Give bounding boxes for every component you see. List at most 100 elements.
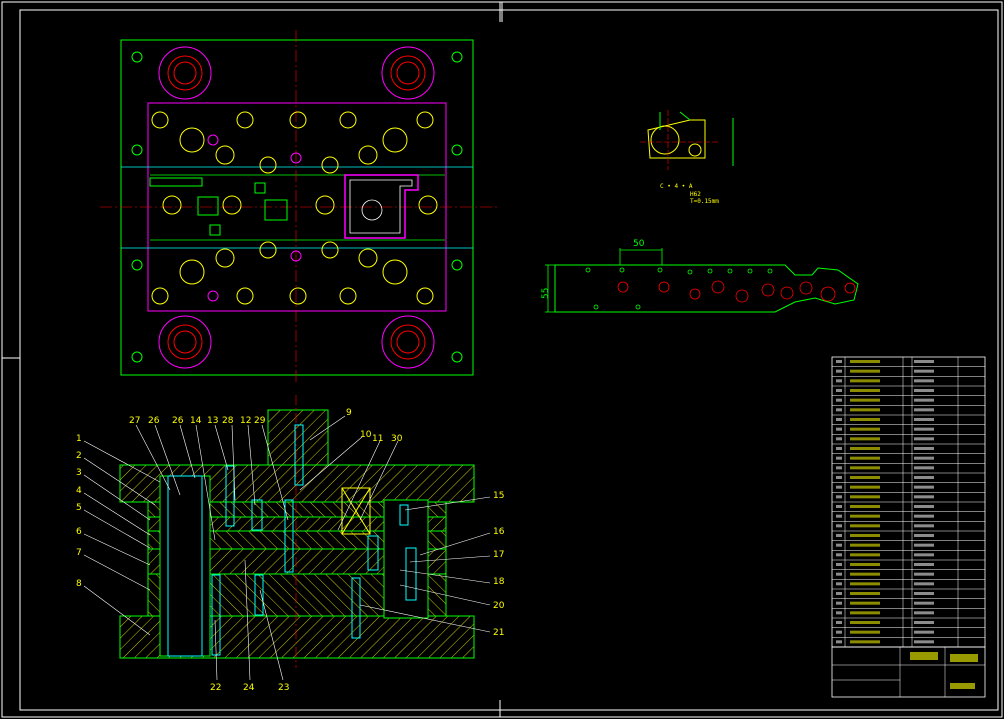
label-8: 8 [76,579,82,589]
bom-cell-mark [836,640,842,644]
bom-cell-mark [836,427,842,431]
label-15: 15 [493,491,504,501]
labels-bottom: 22 24 23 [210,683,289,693]
bom-cell-mark [850,476,880,479]
bom-cell-mark [850,572,880,576]
part-note-2: H62 [690,191,701,198]
bom-cell-mark [914,447,934,450]
bom-cell-mark [914,514,934,518]
bom-cell-mark [914,369,934,373]
bom-cell-mark [836,563,842,566]
label-27: 27 [129,416,140,426]
part-note-3: T=0.15mm [690,198,719,205]
bom-cell-mark [836,408,842,412]
bom-cell-mark [914,437,934,441]
bom-cell-mark [850,524,880,528]
strip-drawing: 50 55 [541,239,859,313]
guide-post-top-right [381,46,435,100]
bom-cell-mark [914,505,934,508]
bom-cell-mark [836,505,842,508]
label-22: 22 [210,683,221,693]
bom-cell-mark [850,592,880,595]
bom-cell-mark [850,456,880,460]
label-10: 10 [360,430,372,440]
label-21: 21 [493,628,504,638]
bom-cell-mark [850,553,880,557]
label-6: 6 [76,527,82,537]
bom-cell-mark [914,572,934,576]
bom-cell-mark [850,505,880,508]
bom-cell-mark [850,514,880,518]
label-5: 5 [76,503,82,513]
bom-table [831,356,986,648]
bom-cell-mark [914,582,934,586]
bom-cell-mark [836,476,842,479]
bom-cell-mark [850,485,880,489]
label-18: 18 [493,577,505,587]
bom-cell-mark [914,630,934,634]
bom-cell-mark [850,427,880,431]
bom-cell-mark [914,485,934,489]
label-29: 29 [254,416,266,426]
strip-width-label: 55 [541,288,551,299]
guide-post-top-left [158,46,212,100]
bom-cell-mark [850,398,880,402]
bom-cell-mark [914,427,934,431]
bom-cell-mark [836,447,842,450]
bom-cell-mark [836,456,842,460]
bom-cell-mark [836,611,842,615]
label-13: 13 [207,416,218,426]
bom-cell-mark [836,601,842,605]
bom-cell-mark [914,534,934,537]
bom-cell-mark [914,640,934,644]
bom-cell-mark [914,553,934,557]
bom-cell-mark [850,621,880,624]
bom-cell-mark [914,389,934,392]
label-26a: 26 [148,416,160,426]
bom-cell-mark [914,476,934,479]
bom-cell-mark [836,524,842,528]
bom-cell-mark [850,466,880,470]
label-16: 16 [493,527,505,537]
bom-cell-mark [850,389,880,392]
bom-cell-mark [914,601,934,605]
bom-cell-mark [850,563,880,566]
label-26: 26 [172,416,184,426]
bom-cell-mark [914,466,934,470]
label-14: 14 [190,416,202,426]
bom-cell-mark [850,379,880,383]
bom-cell-mark [850,408,880,412]
bom-cell-mark [914,563,934,566]
label-12: 12 [240,416,251,426]
bom-cell-mark [914,524,934,528]
bom-cell-mark [914,495,934,499]
bom-cell-mark [914,611,934,615]
label-24: 24 [243,683,255,693]
part-drawing [640,110,734,170]
bom-cell-mark [914,379,934,383]
strip-layout [149,177,288,236]
bom-cell-mark [836,534,842,537]
bom-cell-mark [850,534,880,537]
label-2: 2 [76,451,82,461]
label-9: 9 [346,408,352,418]
bom-cell-mark [850,630,880,634]
guide-post-bottom-left [158,315,212,369]
bom-cell-mark [836,572,842,576]
bom-cell-mark [914,592,934,595]
blank-outline-inner [349,179,413,234]
plan-view [100,30,500,385]
bom-cell-mark [850,437,880,441]
bom-cell-mark [914,398,934,402]
label-1: 1 [76,434,82,444]
section-view [119,395,475,668]
bom-cell-mark [836,466,842,470]
bom-cell-mark [836,418,842,421]
bom-cell-mark [914,408,934,412]
bom-cell-mark [850,582,880,586]
bom-cell-mark [850,543,880,547]
bom-cell-mark [836,582,842,586]
label-11: 11 [372,434,383,444]
bom-cell-mark [850,611,880,615]
bom-cell-mark [850,360,880,363]
